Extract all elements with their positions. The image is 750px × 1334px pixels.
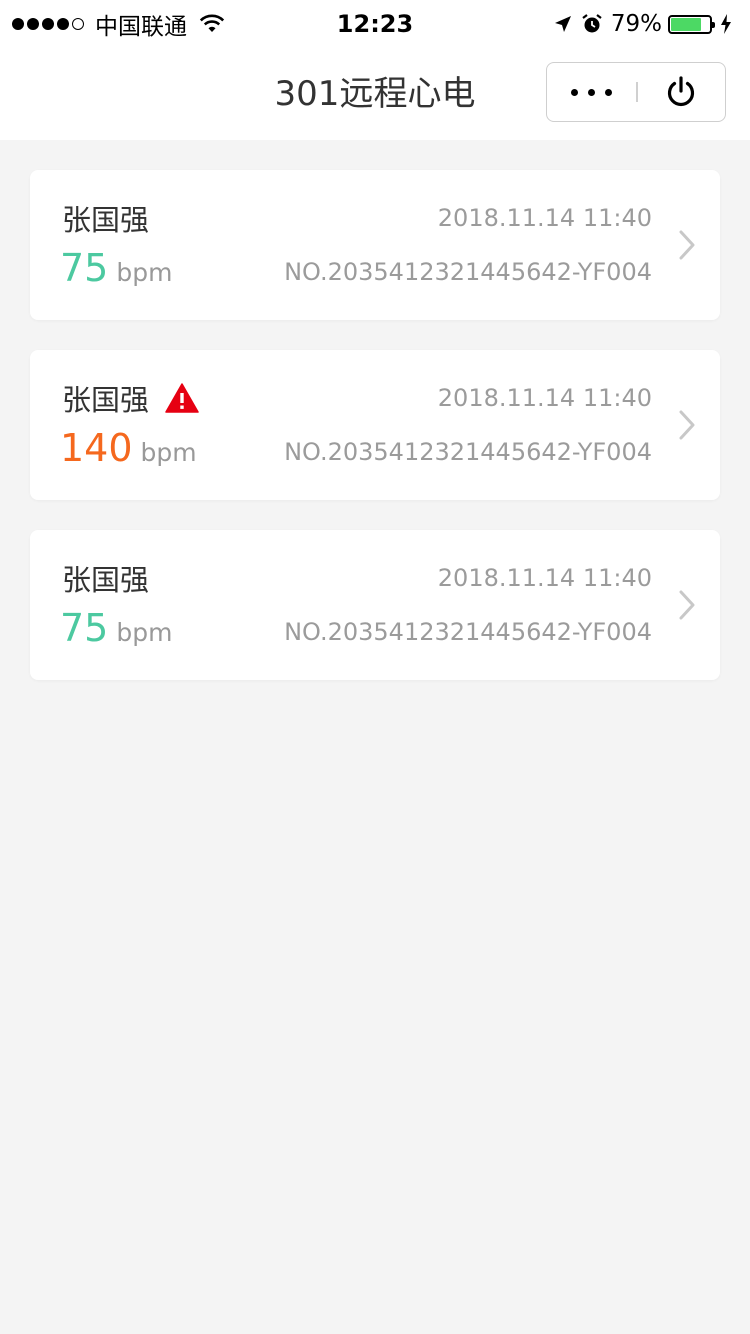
- name-row: 张国强: [62, 198, 149, 238]
- patient-name: 张国强: [62, 563, 150, 597]
- mini-program-capsule: [546, 62, 726, 122]
- alarm-clock-icon: [582, 14, 602, 33]
- bpm-value: 75: [60, 246, 109, 290]
- nav-bar: 301远程心电: [0, 48, 750, 140]
- battery-level: [671, 17, 702, 31]
- status-right: 79%: [553, 8, 740, 40]
- battery-icon: [668, 14, 715, 34]
- patient-name: 张国强: [62, 383, 150, 417]
- record-list: 张国强 75 bpm 2018.11.14 11:40 NO.203541232…: [30, 170, 720, 710]
- record-card[interactable]: 张国强 75 bpm 2018.11.14 11:40 NO.203541232…: [30, 530, 720, 680]
- charging-bolt-icon: [721, 14, 731, 34]
- location-arrow-icon: [554, 16, 571, 32]
- chevron-right-icon: [679, 410, 695, 440]
- status-bar: 中国联通 12:23 79%: [0, 0, 750, 48]
- chevron-right-icon: [679, 230, 695, 260]
- heart-rate: 140 bpm: [60, 426, 197, 478]
- name-row: 张国强: [62, 378, 199, 418]
- record-time: 2018.11.14 11:40: [437, 564, 652, 592]
- more-button[interactable]: [547, 63, 636, 121]
- bpm-unit: bpm: [116, 618, 173, 647]
- record-time: 2018.11.14 11:40: [437, 384, 652, 412]
- record-time: 2018.11.14 11:40: [437, 204, 652, 232]
- record-serial: NO.2035412321445642-YF004: [284, 258, 652, 286]
- battery-percent: 79%: [610, 11, 662, 37]
- patient-name: 张国强: [62, 203, 150, 237]
- power-icon: [668, 76, 695, 107]
- record-card[interactable]: 张国强 75 bpm 2018.11.14 11:40 NO.203541232…: [30, 170, 720, 320]
- bpm-value: 75: [60, 606, 109, 650]
- name-row: 张国强: [62, 558, 149, 598]
- warning-icon: [165, 383, 199, 413]
- record-serial: NO.2035412321445642-YF004: [284, 438, 652, 466]
- chevron-right-icon: [679, 590, 695, 620]
- heart-rate: 75 bpm: [60, 246, 172, 298]
- close-button[interactable]: [638, 63, 726, 121]
- bpm-unit: bpm: [140, 438, 197, 467]
- bpm-value: 140: [60, 426, 133, 470]
- record-card[interactable]: 张国强 140 bpm 2018.11.14 11:40 NO.20354123…: [30, 350, 720, 500]
- bpm-unit: bpm: [116, 258, 173, 287]
- heart-rate: 75 bpm: [60, 606, 172, 658]
- record-serial: NO.2035412321445642-YF004: [284, 618, 652, 646]
